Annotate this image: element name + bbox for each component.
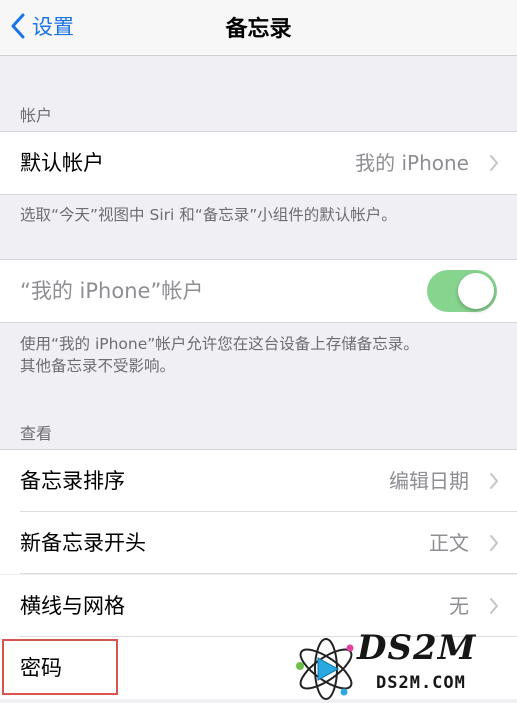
iphone-account-footer: 使用“我的 iPhone”帐户允许您在这台设备上存储备忘录。 其他备忘录不受影响… bbox=[20, 333, 503, 377]
list-item-sort-notes[interactable]: 备忘录排序 编辑日期 bbox=[0, 449, 517, 512]
toggle-knob bbox=[458, 273, 494, 309]
navigation-bar: 设置 备忘录 bbox=[0, 0, 517, 56]
chevron-right-icon bbox=[490, 598, 498, 614]
iphone-account-row: “我的 iPhone”帐户 bbox=[0, 259, 517, 323]
list-item-label: 备忘录排序 bbox=[20, 469, 125, 493]
default-account-value: 我的 iPhone bbox=[355, 151, 469, 175]
list-item-label: 新备忘录开头 bbox=[20, 531, 146, 555]
ds2m-logo-icon bbox=[296, 638, 354, 700]
chevron-right-icon bbox=[490, 473, 498, 489]
section-header-view: 查看 bbox=[20, 424, 53, 443]
list-item-value: 编辑日期 bbox=[389, 469, 469, 493]
list-item-label: 横线与网格 bbox=[20, 594, 125, 618]
watermark-url: DS2M.COM bbox=[376, 673, 466, 693]
chevron-right-icon bbox=[490, 535, 498, 551]
page-title: 备忘录 bbox=[225, 17, 292, 42]
iphone-account-label: “我的 iPhone”帐户 bbox=[20, 279, 204, 303]
chevron-right-icon bbox=[490, 155, 498, 171]
section-header-account: 帐户 bbox=[20, 106, 53, 125]
default-account-label: 默认帐户 bbox=[20, 151, 104, 175]
iphone-account-footer-line2: 其他备忘录不受影响。 bbox=[20, 357, 176, 375]
highlight-box bbox=[2, 639, 118, 695]
iphone-account-footer-line1: 使用“我的 iPhone”帐户允许您在这台设备上存储备忘录。 bbox=[20, 335, 419, 353]
list-item-value: 正文 bbox=[429, 531, 469, 555]
default-account-row[interactable]: 默认帐户 我的 iPhone bbox=[0, 131, 517, 195]
row-divider bbox=[20, 573, 517, 574]
watermark-brand: DS2M bbox=[357, 628, 477, 668]
iphone-account-toggle[interactable] bbox=[427, 270, 497, 312]
list-item-new-notes-start[interactable]: 新备忘录开头 正文 bbox=[0, 512, 517, 574]
default-account-footer: 选取“今天”视图中 Siri 和“备忘录”小组件的默认帐户。 bbox=[20, 206, 397, 224]
